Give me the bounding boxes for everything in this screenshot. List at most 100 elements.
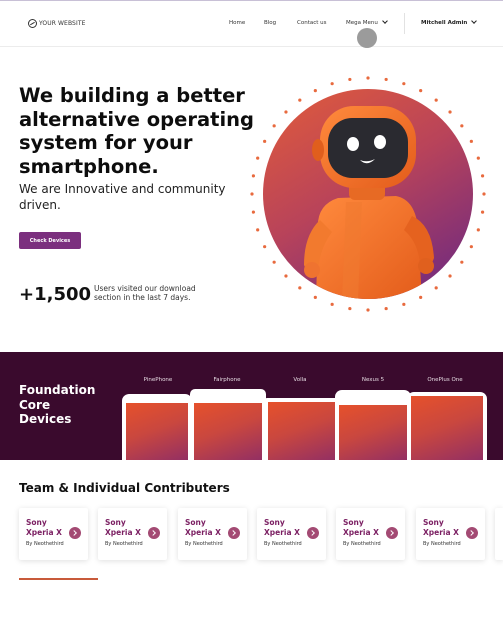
contributor-card[interactable]: Sony Xperia X By Neothethird: [178, 508, 247, 560]
ring-dot: [476, 228, 480, 232]
ring-dot: [419, 295, 423, 299]
card-author: By Neothethird: [105, 541, 143, 547]
ring-dot: [402, 82, 406, 86]
ring-dot: [366, 308, 370, 312]
ring-dot: [384, 306, 388, 311]
ring-dot: [263, 245, 267, 249]
nav-home[interactable]: Home: [229, 20, 245, 26]
device-label-pinephone[interactable]: PinePhone: [118, 377, 198, 383]
ring-dot: [480, 210, 485, 214]
ring-dot: [384, 77, 388, 82]
card-author: By Neothethird: [343, 541, 381, 547]
ring-dot: [298, 98, 302, 102]
devices-section: Foundation Core Devices PinePhone Fairph…: [0, 352, 503, 460]
ring-dot: [256, 228, 260, 232]
contributor-card[interactable]: Sony Xperia X By Neothethird: [416, 508, 485, 560]
card-title: Sony Xperia X: [423, 518, 459, 537]
contributors-list: Sony Xperia X By Neothethird Sony Xperia…: [0, 508, 503, 560]
devices-title-line: Core: [19, 397, 51, 412]
hero-subtitle: We are Innovative and community driven.: [19, 182, 226, 212]
ring-dot: [313, 295, 317, 299]
globe-icon: [28, 19, 37, 28]
ring-dot: [469, 245, 473, 249]
device-phone-volla[interactable]: [264, 398, 340, 460]
ring-dot: [298, 286, 302, 290]
device-phone-nexus[interactable]: [335, 390, 411, 460]
device-label-volla[interactable]: Volla: [260, 377, 340, 383]
chevron-right-icon[interactable]: [69, 527, 81, 539]
chevron-down-icon: [382, 18, 388, 24]
ring-dot: [251, 174, 256, 178]
card-title: Sony Xperia X: [105, 518, 141, 537]
device-phone-oneplus[interactable]: [407, 392, 487, 460]
ring-dot: [419, 89, 423, 93]
device-phone-pinephone[interactable]: [122, 394, 192, 460]
ring-dot: [272, 260, 276, 264]
card-author: By Neothethird: [185, 541, 223, 547]
section-underline: [19, 578, 98, 580]
site-header: YOUR WEBSITE Home Blog Contact us Mega M…: [0, 1, 503, 47]
device-label-oneplus[interactable]: OnePlus One: [405, 377, 485, 383]
devices-title-line: Foundation: [19, 383, 96, 397]
ring-dot: [250, 192, 254, 196]
ring-dot: [313, 89, 317, 93]
ring-dot: [448, 274, 452, 278]
nav-divider: [404, 13, 405, 34]
ring-dot: [263, 139, 267, 143]
device-label-nexus[interactable]: Nexus 5: [333, 377, 413, 383]
site-logo[interactable]: YOUR WEBSITE: [28, 19, 86, 28]
card-author: By Neothethird: [264, 541, 302, 547]
nav-mega-menu-label: Mega Menu: [346, 20, 378, 26]
card-author: By Neothethird: [423, 541, 461, 547]
nav-mega-menu[interactable]: Mega Menu: [346, 18, 388, 26]
user-menu[interactable]: Mitchell Admin: [421, 18, 478, 26]
hero-title: We building a better alternative operati…: [19, 84, 254, 178]
ring-dot: [460, 124, 464, 128]
nav-contact[interactable]: Contact us: [297, 20, 327, 26]
chevron-right-icon[interactable]: [307, 527, 319, 539]
contributor-card[interactable]: Sony Xperia X By Neothethird: [19, 508, 88, 560]
stat-text: Users visited our download section in th…: [94, 284, 196, 302]
card-title: Sony Xperia X: [343, 518, 379, 537]
ring-dot: [348, 306, 352, 311]
devices-title: Foundation Core Devices: [19, 383, 95, 427]
contributors-title: Team & Individual Contributers: [19, 481, 230, 495]
contributor-card[interactable]: Sony Xperia X By Neothethird: [257, 508, 326, 560]
check-devices-button[interactable]: Check Devices: [19, 232, 81, 249]
ring-dot: [330, 302, 334, 306]
ring-dot: [251, 210, 256, 214]
nav-blog[interactable]: Blog: [264, 20, 276, 26]
user-name: Mitchell Admin: [421, 20, 468, 26]
ring-dot: [330, 82, 334, 86]
devices-title-line: Devices: [19, 412, 72, 426]
card-author: By Neothethird: [26, 541, 64, 547]
cursor-indicator: [357, 28, 377, 48]
contributor-card[interactable]: Sony Xperia X By Neothethird: [98, 508, 167, 560]
ring-dot: [469, 139, 473, 143]
ring-dot: [482, 192, 486, 196]
logo-text: YOUR WEBSITE: [39, 20, 86, 27]
chevron-right-icon[interactable]: [228, 527, 240, 539]
ring-dot: [272, 124, 276, 128]
robot-illustration: [250, 76, 486, 312]
ring-dot: [256, 156, 260, 160]
ring-dot: [402, 302, 406, 306]
device-phone-fairphone[interactable]: [190, 389, 266, 460]
contributor-card-partial[interactable]: [495, 508, 503, 560]
ring-dot: [434, 286, 438, 290]
ring-dot: [348, 77, 352, 82]
contributor-card[interactable]: Sony Xperia X By Neothethird: [336, 508, 405, 560]
chevron-right-icon[interactable]: [466, 527, 478, 539]
card-title: Sony Xperia X: [264, 518, 300, 537]
chevron-right-icon[interactable]: [148, 527, 160, 539]
ring-dot: [480, 174, 485, 178]
ring-dot: [284, 110, 288, 114]
device-label-fairphone[interactable]: Fairphone: [187, 377, 267, 383]
chevron-right-icon[interactable]: [386, 527, 398, 539]
ring-dot: [284, 274, 288, 278]
ring-dot: [366, 76, 370, 80]
card-title: Sony Xperia X: [26, 518, 62, 537]
ring-dot: [476, 156, 480, 160]
stat-number: +1,500: [19, 284, 92, 305]
ring-dot: [448, 110, 452, 114]
